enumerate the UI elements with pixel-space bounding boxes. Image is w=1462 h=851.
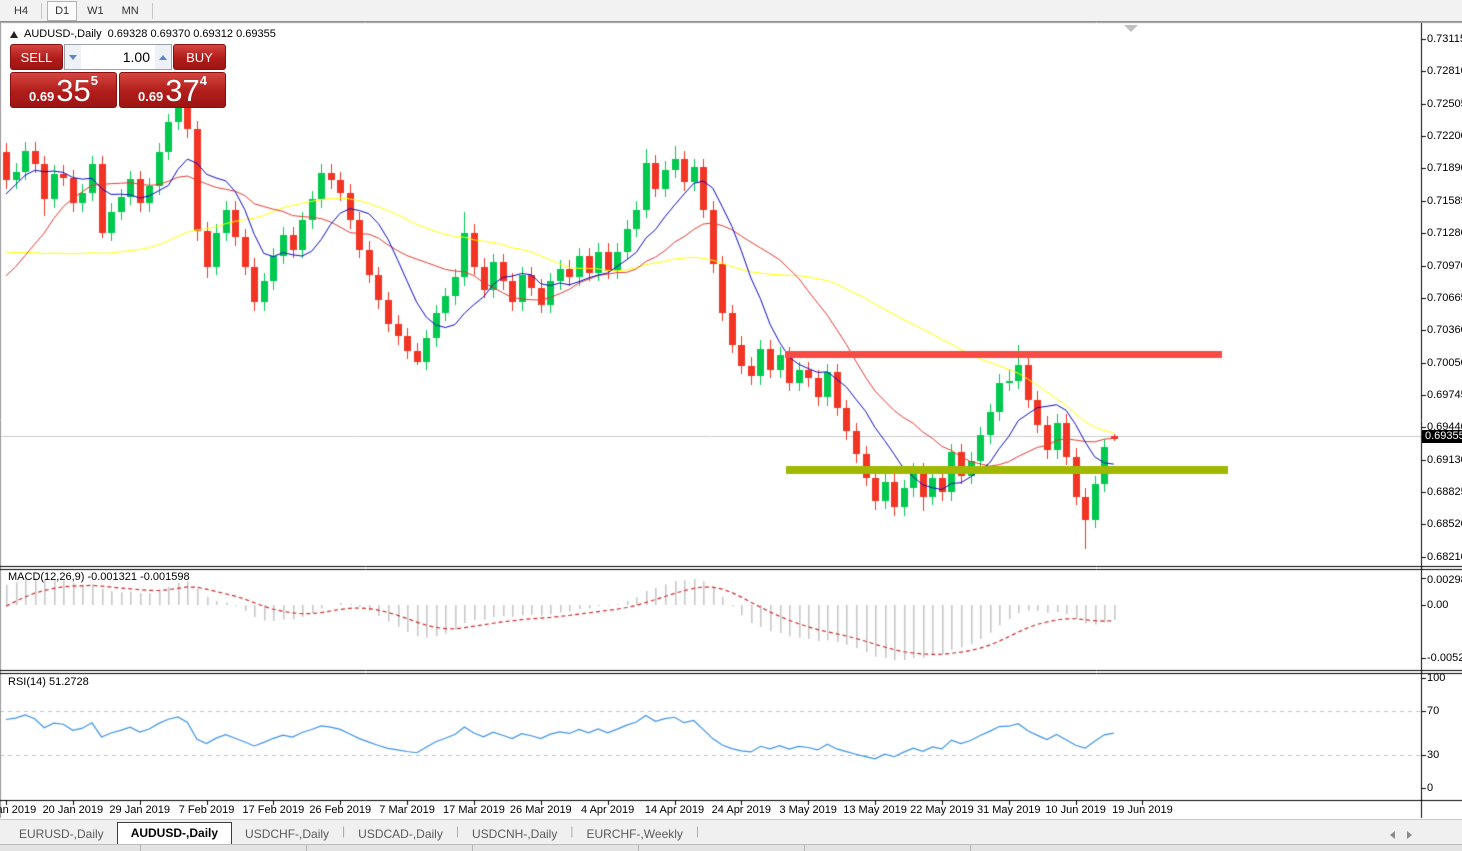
- tab-eurchf[interactable]: EURCHF-,Weekly: [573, 824, 695, 844]
- timeframe-toolbar: H4 D1 W1 MN: [0, 0, 1462, 22]
- chevron-down-icon: [69, 54, 77, 60]
- status-strip: [0, 844, 1462, 851]
- toolbar-separator: [151, 2, 153, 19]
- price-axis-label: 0.71280: [1427, 226, 1462, 239]
- tab-eurusd[interactable]: EURUSD-,Daily: [6, 824, 117, 844]
- date-axis-label: 3 May 2019: [779, 804, 837, 816]
- chart-tab-bar: EURUSD-,Daily AUDUSD-,Daily USDCHF-,Daily |…: [0, 819, 1462, 844]
- timeframe-button-d1[interactable]: D1: [47, 0, 78, 21]
- toolbar-separator: [41, 2, 43, 19]
- date-axis-label: 29 Jan 2019: [109, 804, 170, 816]
- buy-price-pips: 4: [199, 73, 208, 88]
- price-axis-label: 0.69130: [1427, 453, 1462, 466]
- buy-price-prefix: 0.69: [137, 89, 164, 104]
- timeframe-button-w1[interactable]: W1: [79, 1, 112, 21]
- one-click-trading-panel: SELL 1.00 BUY 0.69 35 5 0.69 37 4: [10, 44, 226, 108]
- date-axis-label: 19 Jun 2019: [1112, 804, 1173, 816]
- rsi-axis-label: 0: [1427, 782, 1434, 794]
- volume-increase-button[interactable]: [155, 45, 171, 69]
- rsi-axis-label: 100: [1427, 672, 1446, 684]
- volume-decrease-button[interactable]: [65, 45, 81, 69]
- price-axis-label: 0.70050: [1427, 356, 1462, 369]
- date-axis-label: 31 May 2019: [976, 804, 1041, 816]
- mt4-window: H4 D1 W1 MN AUDUSD-,Daily 0.69328 0.69370 0…: [0, 0, 1462, 851]
- price-axis-label: 0.71585: [1427, 194, 1462, 207]
- sell-price-prefix: 0.69: [28, 89, 55, 104]
- rsi-axis-label: 70: [1427, 705, 1440, 717]
- date-axis-label: 26 Mar 2019: [509, 804, 572, 816]
- tab-scroll-arrows: [1390, 831, 1412, 839]
- date-axis-label: 17 Feb 2019: [242, 804, 305, 816]
- volume-field[interactable]: 1.00: [81, 45, 155, 69]
- sell-button[interactable]: SELL: [10, 44, 63, 70]
- date-axis-label: 14 Apr 2019: [644, 804, 705, 816]
- price-axis-label: 0.69745: [1427, 388, 1462, 401]
- price-axis-label: 0.70360: [1427, 323, 1462, 336]
- tab-usdcnh[interactable]: USDCNH-,Daily: [459, 824, 570, 844]
- symbol-up-triangle-icon: [10, 30, 18, 38]
- price-axis-label: 0.68210: [1427, 550, 1462, 563]
- timeframe-button-h4[interactable]: H4: [6, 1, 36, 21]
- price-axis-label: 0.72200: [1427, 129, 1462, 142]
- chevron-up-icon: [159, 54, 167, 60]
- date-axis-label: 26 Feb 2019: [309, 804, 372, 816]
- price-axis-label: 0.68520: [1427, 518, 1462, 531]
- chart-title: AUDUSD-,Daily 0.69328 0.69370 0.69312 0.…: [10, 28, 276, 40]
- buy-price-big: 37: [165, 73, 200, 108]
- date-axis-label: 24 Apr 2019: [711, 804, 772, 816]
- price-axis-label: 0.72810: [1427, 65, 1462, 78]
- date-axis-label: 13 May 2019: [843, 804, 907, 816]
- price-axis-label: 0.71890: [1427, 162, 1462, 175]
- buy-button[interactable]: BUY: [173, 44, 226, 70]
- price-axis-label: 0.70665: [1427, 291, 1462, 304]
- date-axis-label: 10 Jan 2019: [0, 804, 37, 816]
- sell-price-pips: 5: [90, 73, 99, 88]
- buy-price-tile[interactable]: 0.69 37 4: [119, 72, 226, 108]
- price-axis-label: 0.73115: [1427, 33, 1462, 46]
- macd-axis-label: -0.005256: [1427, 651, 1462, 664]
- rsi-indicator-label: RSI(14) 51.2728: [8, 676, 89, 688]
- price-axis-label: 0.70970: [1427, 259, 1462, 272]
- tab-separator: |: [695, 824, 700, 838]
- date-axis-label: 10 Jun 2019: [1045, 804, 1106, 816]
- date-axis-label: 22 May 2019: [910, 804, 974, 816]
- tab-audusd[interactable]: AUDUSD-,Daily: [116, 822, 233, 844]
- macd-axis-label: 0.002984: [1427, 574, 1462, 586]
- macd-indicator-label: MACD(12,26,9) -0.001321 -0.001598: [8, 571, 190, 583]
- scroll-right-icon[interactable]: [1407, 831, 1412, 839]
- macd-axis-label: 0.00: [1427, 599, 1449, 611]
- volume-stepper: 1.00: [64, 44, 172, 70]
- sell-price-big: 35: [56, 73, 91, 108]
- tab-usdchf[interactable]: USDCHF-,Daily: [232, 824, 342, 844]
- sell-price-tile[interactable]: 0.69 35 5: [10, 72, 117, 108]
- chart-canvas[interactable]: [0, 0, 1462, 851]
- date-axis-label: 20 Jan 2019: [42, 804, 104, 816]
- date-axis-label: 4 Apr 2019: [581, 804, 635, 816]
- date-axis-label: 7 Feb 2019: [178, 804, 235, 816]
- chart-ohlc-values: 0.69328 0.69370 0.69312 0.69355: [107, 28, 276, 40]
- scroll-left-icon[interactable]: [1390, 831, 1395, 839]
- tab-usdcad[interactable]: USDCAD-,Daily: [345, 824, 456, 844]
- date-axis-label: 17 Mar 2019: [443, 804, 505, 816]
- chevron-down-icon[interactable]: [1124, 25, 1138, 32]
- price-axis-label: 0.68825: [1427, 485, 1462, 498]
- current-price-badge: 0.69355: [1422, 430, 1462, 443]
- rsi-axis-label: 30: [1427, 749, 1440, 761]
- chart-symbol-label: AUDUSD-,Daily: [24, 28, 102, 40]
- date-axis-label: 7 Mar 2019: [379, 804, 435, 816]
- timeframe-button-mn[interactable]: MN: [114, 1, 147, 21]
- price-axis-label: 0.72505: [1427, 97, 1462, 110]
